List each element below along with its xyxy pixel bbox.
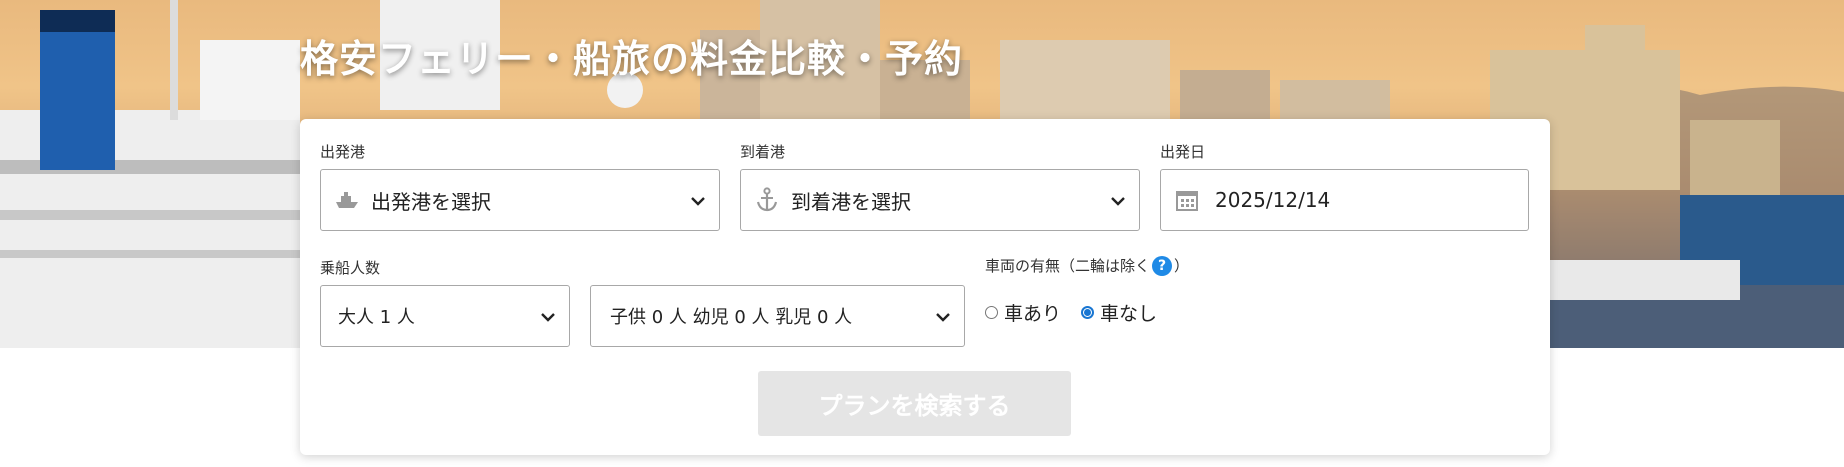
departure-port-select[interactable]: 出発港を選択 <box>320 169 720 231</box>
children-infants-select[interactable]: 子供 0 人 幼児 0 人 乳児 0 人 <box>590 285 965 347</box>
radio-button-selected[interactable] <box>1081 306 1095 319</box>
chevron-down-icon <box>936 313 950 322</box>
anchor-icon <box>753 186 781 214</box>
chevron-down-icon <box>691 197 705 206</box>
departure-port-label: 出発港 <box>320 143 366 161</box>
radio-without-car-label: 車なし <box>1100 303 1158 325</box>
search-form-card: 出発港 出発港を選択 到着港 到着港を選択 出発日 2025/12/14 乗船人… <box>300 119 1550 455</box>
adults-select[interactable]: 大人 1 人 <box>320 285 570 347</box>
vehicle-label: 車両の有無（二輪は除く ? ） <box>985 255 1189 276</box>
chevron-down-icon <box>541 313 555 322</box>
page-title: 格安フェリー・船旅の料金比較・予約 <box>300 37 964 81</box>
radio-without-car[interactable]: 車なし <box>1081 299 1157 326</box>
vehicle-radio-group: 車あり 車なし <box>985 299 1157 326</box>
calendar-icon <box>1173 186 1201 214</box>
radio-with-car-label: 車あり <box>1004 303 1062 325</box>
radio-with-car[interactable]: 車あり <box>985 299 1061 326</box>
departure-date-input[interactable]: 2025/12/14 <box>1160 169 1529 231</box>
departure-port-value: 出発港を選択 <box>371 189 491 214</box>
departure-date-value: 2025/12/14 <box>1215 188 1331 212</box>
arrival-port-value: 到着港を選択 <box>791 189 911 214</box>
radio-button[interactable] <box>985 306 998 319</box>
chevron-down-icon <box>1111 197 1125 206</box>
passengers-label: 乗船人数 <box>320 259 381 277</box>
arrival-port-select[interactable]: 到着港を選択 <box>740 169 1140 231</box>
children-infants-value: 子供 0 人 幼児 0 人 乳児 0 人 <box>610 307 853 328</box>
arrival-port-label: 到着港 <box>740 143 786 161</box>
vehicle-label-text: 車両の有無（二輪は除く <box>985 257 1151 275</box>
ship-icon <box>333 186 361 214</box>
search-plans-button[interactable]: プランを検索する <box>758 371 1071 436</box>
departure-date-label: 出発日 <box>1160 143 1206 161</box>
help-icon[interactable]: ? <box>1152 255 1173 276</box>
adults-value: 大人 1 人 <box>338 307 415 328</box>
vehicle-label-close: ） <box>1174 257 1190 275</box>
